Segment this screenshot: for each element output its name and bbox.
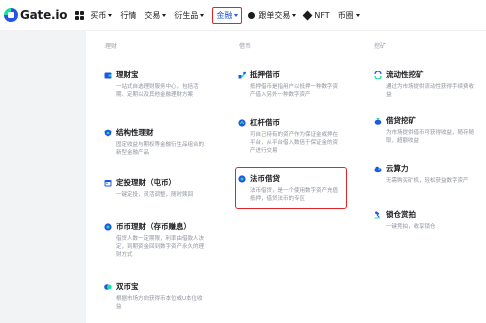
nav-crypto-circle[interactable]: 币圈	[338, 10, 360, 21]
nav-markets[interactable]: 行情	[120, 10, 136, 21]
dual-coin-icon	[104, 283, 112, 291]
item-desc: 可自己持有的资产作为保证金或押在平台，从平台借入数倍于保证金的资产进行交易	[250, 132, 339, 154]
chevron-down-icon	[108, 13, 113, 17]
top-navigation-bar: Gate.io 买币 行情 交易 衍生品 金融 跟单交易 NFT 币圈	[0, 0, 486, 30]
shield-icon	[104, 129, 112, 137]
item-desc: 一键定投，灵活调整，随时赎回	[116, 192, 194, 198]
apps-grid-icon[interactable]	[75, 10, 85, 20]
fiat-loan-highlight-box	[235, 167, 347, 209]
item-desc: 一站式自选理财服务中心，包括活期、定期以及其他金融理财方案	[116, 84, 199, 98]
chevron-down-icon	[355, 13, 360, 17]
item-title: 双币宝	[116, 282, 139, 291]
nav-label: 交易	[144, 10, 161, 20]
nav-label: 跟单交易	[258, 10, 291, 20]
chevron-down-icon	[162, 13, 167, 17]
item-desc: 一键竞拍，收享锁仓	[386, 224, 436, 230]
nav-finance[interactable]: 金融	[212, 6, 243, 24]
nav-label: 币圈	[337, 10, 354, 20]
cloud-icon	[374, 165, 382, 173]
item-title: 理财宝	[116, 70, 139, 79]
nav-label: NFT	[314, 10, 330, 20]
item-desc: 无需购买矿机，轻松获益数字资产	[386, 178, 469, 184]
finance-dropdown-panel: 理财 借币 挖矿 理财宝 一站式自选理财服务中心，包括活期、定期以及其他金融理财…	[86, 30, 486, 323]
nav-label: 金融	[216, 10, 233, 20]
item-title: 定投理财（屯币）	[116, 178, 176, 187]
swap-icon	[374, 70, 382, 79]
coin-stack-icon	[104, 222, 112, 231]
item-desc: 通过为市场提供流动性获得手续费收益	[386, 84, 475, 98]
chevron-down-icon	[292, 13, 297, 17]
menu-item-dual-currency[interactable]: 双币宝 根据市场方向获得币本位或U本位收益	[104, 281, 214, 311]
main-nav: 买币 行情 交易 衍生品 金融 跟单交易 NFT 币圈	[90, 6, 367, 24]
leverage-icon	[238, 118, 246, 127]
menu-item-wealth-treasure[interactable]: 理财宝 一站式自选理财服务中心，包括活期、定期以及其他金融理财方案	[104, 69, 214, 99]
nav-nft[interactable]: NFT	[302, 10, 330, 20]
column-heading-lending: 借币	[239, 43, 252, 50]
menu-item-cloud-mining[interactable]: 云算力 无需购买矿机，轻松获益数字资产	[374, 163, 484, 185]
menu-item-structured-products[interactable]: 结构性理财 固定收益与期权等金融衍生品组合的新型金融产品	[104, 127, 214, 157]
column-heading-wealth: 理财	[105, 43, 118, 50]
menu-item-auto-invest[interactable]: 定投理财（屯币） 一键定投，灵活调整，随时赎回	[104, 177, 214, 199]
gate-logo[interactable]: Gate.io	[4, 8, 68, 22]
calendar-icon	[104, 179, 112, 187]
gavel-icon	[374, 210, 382, 219]
column-heading-mining: 挖矿	[374, 43, 387, 50]
chevron-down-icon	[234, 13, 239, 17]
item-desc: 根据市场方向获得币本位或U本位收益	[116, 296, 203, 310]
item-title: 锁仓赏拍	[386, 210, 416, 219]
item-title: 流动性挖矿	[386, 70, 424, 79]
item-title: 云算力	[386, 164, 409, 173]
nav-trade[interactable]: 交易	[144, 10, 167, 21]
item-desc: 抵押借币是指用户以抵押一种数字资产借入另外一种数字资产	[250, 84, 339, 98]
chevron-down-icon	[200, 13, 205, 17]
item-desc: 借贷人数一定期限，利率由借款人决定，到期资金回到数字资产永久的理财方式	[116, 236, 205, 258]
menu-item-locked-auction[interactable]: 锁仓赏拍 一键竞拍，收享锁仓	[374, 209, 484, 231]
nav-label: 买币	[90, 10, 107, 20]
logo-text: Gate.io	[20, 8, 68, 22]
item-title: 借贷挖矿	[386, 116, 416, 125]
wallet-icon	[104, 71, 112, 79]
gate-logo-icon	[4, 8, 18, 22]
money-bag-icon	[374, 117, 382, 125]
item-title: 币币理财（存币赚息）	[116, 222, 191, 231]
item-title: 杠杆借币	[250, 118, 280, 127]
menu-item-margin-loan[interactable]: 杠杆借币 可自己持有的资产作为保证金或押在平台，从平台借入数倍于保证金的资产进行…	[238, 117, 348, 155]
menu-item-liquidity-mining[interactable]: 流动性挖矿 通过为市场提供流动性获得手续费收益	[374, 69, 484, 99]
loan-icon	[238, 71, 246, 79]
item-desc: 为市场提供借币可获得收益，随存随取，超额收益	[386, 130, 475, 144]
item-title: 抵押借币	[250, 70, 280, 79]
item-title: 结构性理财	[116, 128, 154, 137]
nav-derivatives[interactable]: 衍生品	[174, 10, 205, 21]
nav-label: 衍生品	[174, 10, 199, 20]
nav-label: 行情	[120, 10, 137, 20]
menu-item-lending-mining[interactable]: 借贷挖矿 为市场提供借币可获得收益，随存随取，超额收益	[374, 115, 484, 145]
menu-item-collateral-loan[interactable]: 抵押借币 抵押借币是指用户以抵押一种数字资产借入另外一种数字资产	[238, 69, 348, 99]
item-desc: 固定收益与期权等金融衍生品组合的新型金融产品	[116, 142, 205, 156]
nft-icon	[302, 10, 313, 20]
nav-buy-crypto[interactable]: 买币	[90, 10, 113, 21]
menu-item-crypto-lending[interactable]: 币币理财（存币赚息） 借贷人数一定期限，利率由借款人决定，到期资金回到数字资产永…	[104, 221, 214, 259]
copy-trade-icon	[248, 11, 256, 19]
nav-copy-trading[interactable]: 跟单交易	[248, 10, 297, 21]
